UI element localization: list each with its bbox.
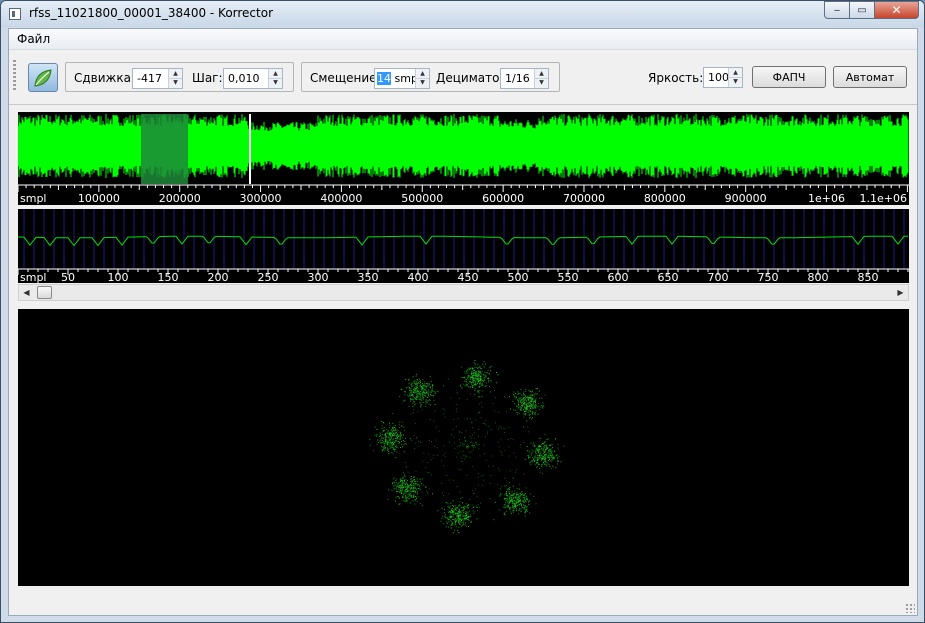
offset-spinbox[interactable]: 14 smpl ▲ ▼ — [374, 68, 430, 89]
overview-tick-label: 1e+06 — [808, 192, 845, 205]
title-bar[interactable]: rfss_11021800_00001_38400 - Korrector ‒ … — [1, 1, 924, 27]
step-arrows: ▲ ▼ — [268, 69, 282, 88]
detail-tick-label: 400 — [408, 271, 429, 283]
overview-waveform: smpl 100000 200000 300000 400000 500000 600000… — [18, 114, 909, 205]
detail-tick-label: 800 — [808, 271, 829, 283]
overview-tick-label: 600000 — [482, 192, 524, 205]
detail-tick-label: 650 — [658, 271, 679, 283]
leaf-button[interactable] — [28, 63, 58, 92]
brightness-down-arrow-icon[interactable]: ▼ — [729, 77, 742, 86]
client-area: Файл Сдвижка: -417 ▲ ▼ Шаг: 0,010 ▲ ▼ См… — [8, 28, 918, 616]
shift-arrows: ▲ ▼ — [168, 69, 182, 88]
shift-value: -417 — [137, 72, 162, 85]
overview-tick-label: 800000 — [644, 192, 686, 205]
offset-group: Смещение: 14 smpl ▲ ▼ Дециматор: 1/16 ▲ … — [301, 62, 560, 92]
maximize-button[interactable]: ▭ — [850, 1, 875, 19]
detail-tick-label: 600 — [608, 271, 629, 283]
decimator-arrows: ▲ ▼ — [534, 69, 548, 88]
brightness-spinbox[interactable]: 100 ▲ ▼ — [703, 67, 743, 88]
detail-trace-plot[interactable]: smpl 50 100 150 200 250 300 350 400 450 500 550 600 6… — [18, 209, 909, 283]
shift-spinbox[interactable]: -417 ▲ ▼ — [132, 68, 183, 89]
app-window: rfss_11021800_00001_38400 - Korrector ‒ … — [0, 0, 925, 623]
overview-cursor — [249, 114, 251, 184]
constellation-clusters — [369, 360, 565, 534]
detail-tick-label: smpl — [20, 271, 47, 283]
step-label: Шаг: — [192, 71, 223, 85]
overview-signal-plot[interactable]: smpl 100000 200000 300000 400000 500000 600000… — [18, 112, 909, 205]
offset-value: 14 — [377, 72, 391, 85]
window-title: rfss_11021800_00001_38400 - Korrector — [29, 6, 274, 20]
minimize-button[interactable]: ‒ — [824, 1, 850, 19]
detail-tick-label: 850 — [858, 271, 879, 283]
size-grip[interactable] — [905, 603, 915, 613]
constellation-plot[interactable] — [18, 309, 909, 586]
horizontal-scrollbar[interactable]: ◀ ▶ — [18, 284, 909, 301]
overview-tick-label: 900000 — [725, 192, 767, 205]
overview-tick-label: 500000 — [401, 192, 443, 205]
overview-tick-label: smpl — [20, 192, 47, 205]
decimator-spinbox[interactable]: 1/16 ▲ ▼ — [500, 68, 549, 89]
detail-tick-label: 300 — [308, 271, 329, 283]
detail-tick-label: 700 — [708, 271, 729, 283]
decimator-down-arrow-icon[interactable]: ▼ — [535, 78, 548, 87]
scroll-left-arrow-icon[interactable]: ◀ — [19, 285, 34, 300]
overview-tick-label: 700000 — [563, 192, 605, 205]
scroll-right-arrow-icon[interactable]: ▶ — [893, 285, 908, 300]
overview-tick-label: 300000 — [240, 192, 282, 205]
overview-tick-label: 1.1e+06 — [860, 192, 907, 205]
constellation-points — [369, 360, 565, 534]
step-down-arrow-icon[interactable]: ▼ — [269, 78, 282, 87]
offset-arrows: ▲ ▼ — [415, 69, 429, 88]
detail-tick-label: 550 — [558, 271, 579, 283]
detail-tick-label: 50 — [61, 271, 75, 283]
offset-down-arrow-icon[interactable]: ▼ — [416, 78, 429, 87]
detail-tick-label: 750 — [758, 271, 779, 283]
menu-bar: Файл — [9, 29, 917, 50]
close-button[interactable]: ✕ — [875, 1, 919, 19]
detail-tick-label: 250 — [258, 271, 279, 283]
window-controls: ‒ ▭ ✕ — [824, 1, 919, 19]
step-value: 0,010 — [228, 72, 260, 85]
toolbar: Сдвижка: -417 ▲ ▼ Шаг: 0,010 ▲ ▼ Смещени… — [9, 50, 917, 105]
detail-trace: smpl 50 100 150 200 250 300 350 400 450 500 550 600 6… — [18, 209, 909, 283]
shift-down-arrow-icon[interactable]: ▼ — [169, 78, 182, 87]
overview-tick-label: 100000 — [78, 192, 120, 205]
overview-tick-label: 400000 — [320, 192, 362, 205]
detail-tick-label: 100 — [108, 271, 129, 283]
overview-selection[interactable] — [141, 114, 188, 184]
leaf-icon — [34, 68, 52, 87]
toolbar-grip[interactable] — [13, 60, 16, 92]
status-bar — [9, 595, 917, 615]
pll-button[interactable]: ФАПЧ — [752, 66, 826, 88]
shift-label: Сдвижка: — [74, 71, 136, 85]
step-spinbox[interactable]: 0,010 ▲ ▼ — [223, 68, 283, 89]
overview-tick-label: 200000 — [159, 192, 201, 205]
brightness-value: 100 — [708, 71, 729, 84]
detail-tick-label: 150 — [158, 271, 179, 283]
decimator-value: 1/16 — [505, 72, 530, 85]
brightness-label: Яркость: — [648, 71, 704, 85]
detail-tick-label: 350 — [358, 271, 379, 283]
app-icon[interactable] — [9, 8, 21, 20]
brightness-arrows: ▲ ▼ — [728, 68, 742, 87]
shift-group: Сдвижка: -417 ▲ ▼ Шаг: 0,010 ▲ ▼ — [65, 62, 294, 92]
detail-tick-label: 200 — [208, 271, 229, 283]
scroll-thumb[interactable] — [37, 286, 52, 299]
auto-button[interactable]: Автомат — [833, 66, 907, 88]
offset-label: Смещение: — [310, 71, 381, 85]
detail-tick-label: 450 — [458, 271, 479, 283]
detail-tick-label: 500 — [508, 271, 529, 283]
menu-file[interactable]: Файл — [17, 32, 50, 46]
